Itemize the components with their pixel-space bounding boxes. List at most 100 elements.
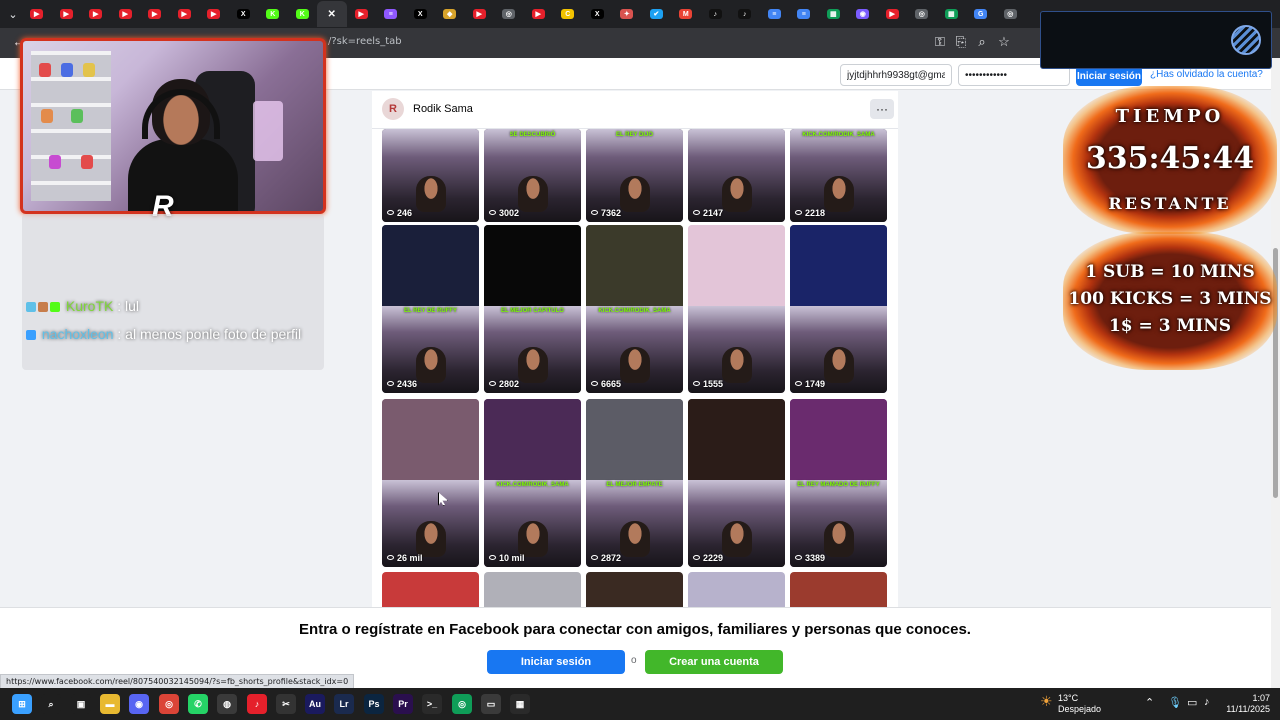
obs-icon[interactable]: ◍ [217,694,237,714]
stream-widget [1040,11,1272,69]
avatar[interactable]: R [382,98,404,120]
capcut-icon[interactable]: ✂ [276,694,296,714]
task-view-icon[interactable]: ▣ [71,694,91,714]
email-field[interactable] [840,64,952,86]
reel-thumbnail[interactable]: El Rey Dijo 7362 [586,129,683,222]
reel-thumbnail[interactable]: El Rey de Ruffy 2436 [382,225,479,393]
network-icon[interactable]: ▭ [1187,696,1197,709]
browser-tab[interactable]: K [288,1,318,27]
browser-tab[interactable]: ▶ [524,1,554,27]
browser-tab[interactable]: X [406,1,436,27]
url-text[interactable]: /?sk=reels_tab [328,36,402,47]
browser-tab[interactable]: ▶ [347,1,377,27]
premiere-icon[interactable]: Pr [393,694,413,714]
lightroom-icon[interactable]: Lr [334,694,354,714]
browser-tab[interactable]: M [671,1,701,27]
search-icon[interactable]: ⌕ [41,694,61,714]
browser-tab[interactable]: ▶ [465,1,495,27]
discord-icon[interactable]: ◉ [129,694,149,714]
reel-thumbnail[interactable]: Kick.com/rodik_sama 2218 [790,129,887,222]
chrome-icon[interactable]: ◎ [159,694,179,714]
clock-time[interactable]: 1:07 [1232,693,1270,703]
terminal-icon[interactable]: >_ [422,694,442,714]
browser-tab[interactable]: ▶ [878,1,908,27]
weather-temp[interactable]: 13°C [1058,693,1078,703]
reel-thumbnail[interactable]: El Mejor Empate 2872 [586,399,683,567]
chevron-up-icon[interactable]: ⌃ [1145,696,1154,709]
reel-thumbnail[interactable] [382,572,479,609]
chrome-icon[interactable]: ◎ [452,694,472,714]
reel-thumbnail[interactable]: Kick.com/rodik_sama 6665 [586,225,683,393]
reel-thumbnail[interactable]: 2229 [688,399,785,567]
reel-thumbnail[interactable]: 26 mil [382,399,479,567]
browser-tab[interactable]: ▶ [199,1,229,27]
browser-tab[interactable]: G [966,1,996,27]
browser-tab[interactable]: ≡ [760,1,790,27]
reel-view-count: 2218 [795,208,825,218]
browser-tab[interactable]: ◎ [494,1,524,27]
browser-tab[interactable]: ▦ [937,1,967,27]
more-options-button[interactable]: ··· [870,99,894,119]
reel-thumbnail[interactable]: Kick.com/rodik_sama 10 mil [484,399,581,567]
browser-tab[interactable]: K [258,1,288,27]
reel-thumbnail[interactable]: El Rey Mamado de Ruffy 3389 [790,399,887,567]
browser-tab[interactable]: ▶ [52,1,82,27]
browser-tab[interactable]: ▶ [22,1,52,27]
whatsapp-icon[interactable]: ✆ [188,694,208,714]
browser-tab[interactable]: ≡ [376,1,406,27]
browser-tab[interactable]: ✦ [612,1,642,27]
photoshop-icon[interactable]: Ps [364,694,384,714]
audition-icon[interactable]: Au [305,694,325,714]
tab-search-icon[interactable]: ⌄ [4,1,22,27]
calculator-icon[interactable]: ▦ [510,694,530,714]
reel-thumbnail[interactable]: 1555 [688,225,785,393]
volume-icon[interactable]: ♪ [1204,696,1210,708]
browser-tab[interactable]: ◎ [996,1,1026,27]
header-login-button[interactable]: Iniciar sesión [1076,66,1142,86]
reel-thumbnail[interactable]: 1749 [790,225,887,393]
windows-start-icon[interactable]: ⊞ [12,694,32,714]
browser-tab[interactable]: ▶ [140,1,170,27]
browser-tab[interactable]: ◉ [848,1,878,27]
browser-tab[interactable]: ▶ [111,1,141,27]
browser-tab[interactable]: ▦ [819,1,849,27]
reel-thumbnail[interactable] [688,572,785,609]
browser-tab[interactable]: ♪ [701,1,731,27]
reel-thumbnail[interactable] [484,572,581,609]
clock-date[interactable]: 11/11/2025 [1222,704,1270,714]
banner-login-button[interactable]: Iniciar sesión [487,650,625,674]
zoom-icon[interactable]: ⌕ [973,34,991,50]
weather-icon[interactable]: ☀ [1040,693,1053,710]
streamer-figure [518,176,548,212]
browser-tab[interactable]: C [553,1,583,27]
browser-tab[interactable]: ▶ [81,1,111,27]
reel-thumbnail[interactable]: El Mejor Capitulo 2802 [484,225,581,393]
c-icon: C [561,9,575,19]
browser-tab[interactable]: X [229,1,259,27]
password-key-icon[interactable]: ⚿ [931,34,949,50]
browser-tab[interactable]: ✕ [317,1,347,27]
browser-tab[interactable]: ▶ [170,1,200,27]
microphone-icon[interactable]: 🎙 [1168,696,1182,709]
reel-thumbnail[interactable]: 2147 [688,129,785,222]
browser-tab[interactable]: ✔ [642,1,672,27]
forgot-account-link[interactable]: ¿Has olvidado la cuenta? [1150,69,1263,80]
bookmark-star-icon[interactable]: ☆ [995,34,1013,50]
browser-tab[interactable]: X [583,1,613,27]
browser-tab[interactable]: ◎ [907,1,937,27]
reel-caption: Se Descubrió [509,132,556,138]
window-icon[interactable]: ▭ [481,694,501,714]
reel-thumbnail[interactable] [790,572,887,609]
weather-desc[interactable]: Despejado [1058,704,1101,714]
browser-tab[interactable]: ≡ [789,1,819,27]
browser-tab[interactable]: ♪ [730,1,760,27]
tiktok-icon[interactable]: ♪ [247,694,267,714]
browser-tab[interactable]: ◆ [435,1,465,27]
install-app-icon[interactable]: ⎘ [952,34,970,50]
reel-thumbnail[interactable] [586,572,683,609]
profile-name[interactable]: Rodik Sama [413,103,473,115]
reel-thumbnail[interactable]: 246 [382,129,479,222]
create-account-button[interactable]: Crear una cuenta [645,650,783,674]
reel-thumbnail[interactable]: Se Descubrió 3002 [484,129,581,222]
file-explorer-icon[interactable]: ▬ [100,694,120,714]
